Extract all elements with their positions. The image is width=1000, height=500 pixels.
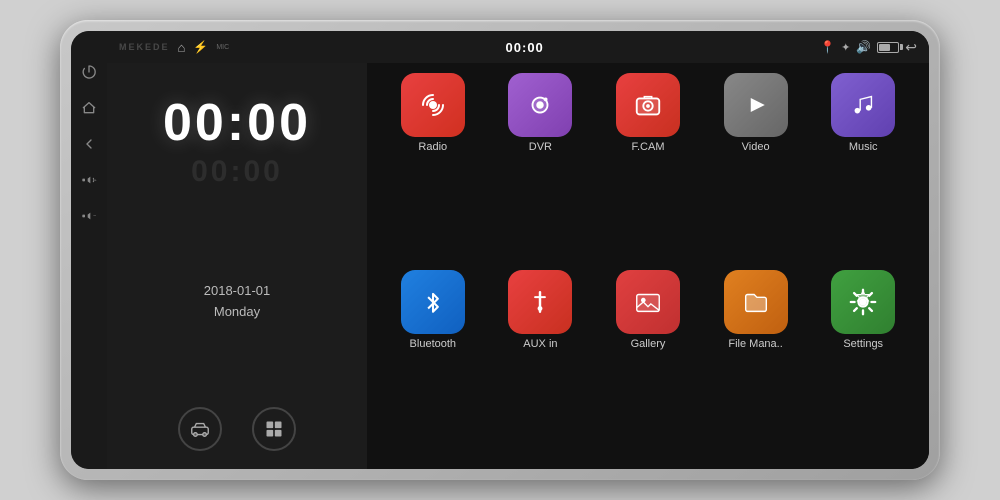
app-fcam[interactable]: F.CAM bbox=[598, 73, 698, 153]
settings-label: Settings bbox=[843, 338, 883, 350]
app-video[interactable]: Video bbox=[706, 73, 806, 153]
dvr-icon bbox=[508, 73, 572, 137]
video-icon bbox=[724, 73, 788, 137]
status-home-icon: ⌂ bbox=[178, 40, 186, 55]
radio-icon bbox=[401, 73, 465, 137]
vol-down-button[interactable]: − bbox=[78, 205, 100, 227]
video-label: Video bbox=[742, 141, 770, 153]
screen-area: MEKEDE ⌂ ⚡ MIC 00:00 📍 ✦ 🔊 bbox=[107, 31, 929, 469]
status-right: 📍 ✦ 🔊 ↩ bbox=[820, 39, 917, 56]
status-left: MEKEDE ⌂ ⚡ MIC bbox=[119, 40, 229, 55]
app-aux[interactable]: AUX in bbox=[491, 270, 591, 350]
aux-label: AUX in bbox=[523, 338, 557, 350]
clock-reflection: 00:00 bbox=[191, 155, 283, 189]
bluetooth-icon: ✦ bbox=[841, 41, 850, 54]
main-content: 00:00 00:00 2018-01-01 Monday bbox=[107, 63, 929, 469]
svg-text:−: − bbox=[93, 213, 96, 219]
apps-grid: Radio DVR bbox=[367, 63, 929, 469]
bluetooth-app-icon bbox=[401, 270, 465, 334]
fileman-label: File Mana.. bbox=[728, 338, 782, 350]
battery-icon bbox=[877, 42, 899, 53]
volume-icon: 🔊 bbox=[856, 40, 871, 54]
clock-bottom-icons bbox=[178, 407, 296, 451]
clock-time: 00:00 bbox=[163, 93, 311, 153]
app-gallery[interactable]: Gallery bbox=[598, 270, 698, 350]
status-bar: MEKEDE ⌂ ⚡ MIC 00:00 📍 ✦ 🔊 bbox=[107, 31, 929, 63]
app-radio[interactable]: Radio bbox=[383, 73, 483, 153]
nav-back-icon[interactable]: ↩ bbox=[905, 39, 917, 56]
app-settings[interactable]: Settings bbox=[813, 270, 913, 350]
fileman-icon bbox=[724, 270, 788, 334]
dvr-label: DVR bbox=[529, 141, 552, 153]
status-time: 00:00 bbox=[506, 40, 544, 55]
back-button[interactable] bbox=[78, 133, 100, 155]
status-usb-icon: ⚡ bbox=[193, 40, 208, 54]
home-button[interactable] bbox=[78, 97, 100, 119]
app-dvr[interactable]: DVR bbox=[491, 73, 591, 153]
fcam-icon bbox=[616, 73, 680, 137]
clock-panel: 00:00 00:00 2018-01-01 Monday bbox=[107, 63, 367, 469]
fcam-label: F.CAM bbox=[631, 141, 664, 153]
vol-up-button[interactable]: + bbox=[78, 169, 100, 191]
location-icon: 📍 bbox=[820, 40, 835, 54]
side-buttons: + − bbox=[71, 31, 107, 469]
gallery-icon bbox=[616, 270, 680, 334]
clock-date: 2018-01-01 Monday bbox=[204, 281, 271, 323]
bluetooth-label: Bluetooth bbox=[410, 338, 456, 350]
app-bluetooth[interactable]: Bluetooth bbox=[383, 270, 483, 350]
device-outer: + − MEKEDE ⌂ ⚡ bbox=[60, 20, 940, 480]
app-fileman[interactable]: File Mana.. bbox=[706, 270, 806, 350]
music-label: Music bbox=[849, 141, 878, 153]
radio-label: Radio bbox=[418, 141, 447, 153]
mic-label: MIC bbox=[216, 44, 229, 51]
aux-icon bbox=[508, 270, 572, 334]
music-icon bbox=[831, 73, 895, 137]
watermark: MEKEDE bbox=[119, 42, 170, 52]
app-music[interactable]: Music bbox=[813, 73, 913, 153]
power-button[interactable] bbox=[78, 61, 100, 83]
svg-text:+: + bbox=[94, 177, 97, 182]
settings-icon bbox=[831, 270, 895, 334]
gallery-label: Gallery bbox=[631, 338, 666, 350]
device-inner: + − MEKEDE ⌂ ⚡ bbox=[71, 31, 929, 469]
drive-mode-button[interactable] bbox=[178, 407, 222, 451]
grid-view-button[interactable] bbox=[252, 407, 296, 451]
